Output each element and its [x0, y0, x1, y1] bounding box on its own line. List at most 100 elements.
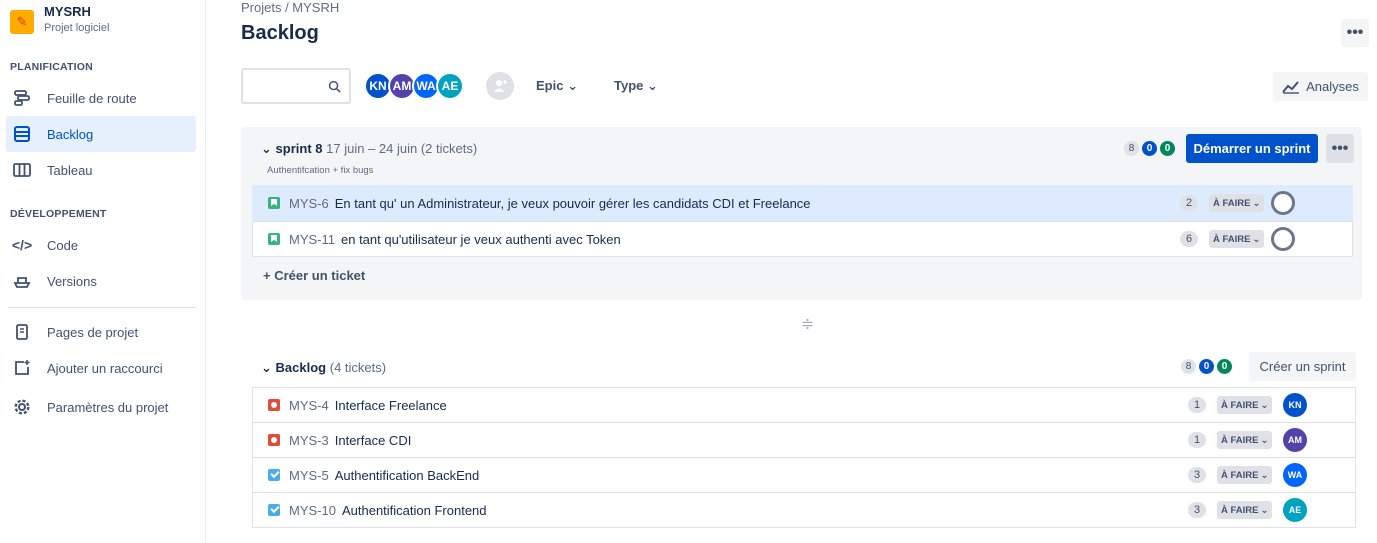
- sidebar-item-label: Feuille de route: [47, 90, 137, 106]
- page-title: Backlog: [241, 22, 319, 44]
- ship-icon: [12, 271, 32, 291]
- issue-key[interactable]: MYS-11: [289, 232, 335, 247]
- issue-row[interactable]: MYS-4 Interface Freelance 1 À FAIRE ⌄ KN: [252, 387, 1356, 423]
- sidebar-item-backlog[interactable]: Backlog: [6, 116, 196, 152]
- sprint-counts: 8 0 0: [1124, 141, 1175, 156]
- story-icon: [268, 233, 280, 245]
- avatar[interactable]: WA: [1283, 463, 1307, 487]
- sprint-dates: 17 juin – 24 juin: [326, 141, 418, 156]
- issue-key[interactable]: MYS-10: [289, 503, 336, 518]
- start-sprint-button[interactable]: Démarrer un sprint: [1186, 134, 1318, 163]
- status-dropdown[interactable]: À FAIRE ⌄: [1209, 230, 1265, 248]
- backlog-header[interactable]: ⌄ Backlog (4 tickets): [261, 360, 386, 376]
- sidebar-item-roadmap[interactable]: Feuille de route: [6, 80, 196, 116]
- estimate-badge: 1: [1188, 432, 1206, 448]
- section-development: DÉVELOPPEMENT: [10, 208, 107, 220]
- status-label: À FAIRE: [1221, 469, 1259, 481]
- sidebar-item-add-shortcut[interactable]: Ajouter un raccourci: [6, 350, 196, 386]
- issue-row[interactable]: MYS-6 En tant qu' un Administrateur, je …: [252, 185, 1353, 221]
- count-done-badge: 0: [1217, 359, 1232, 374]
- epic-filter[interactable]: Epic ⌄: [536, 78, 578, 94]
- sidebar-item-label: Code: [47, 237, 79, 253]
- sidebar-divider: [8, 307, 196, 308]
- create-issue-button[interactable]: + Créer un ticket: [263, 268, 365, 283]
- count-todo-badge: 8: [1124, 141, 1139, 156]
- sprint-container: ⌄ sprint 8 17 juin – 24 juin (2 tickets)…: [241, 127, 1362, 300]
- estimate-badge: 2: [1180, 195, 1198, 211]
- sidebar-item-board[interactable]: Tableau: [6, 152, 196, 188]
- avatar[interactable]: AE: [1283, 498, 1307, 522]
- status-label: À FAIRE: [1213, 197, 1251, 209]
- sprint-header[interactable]: ⌄ sprint 8 17 juin – 24 juin (2 tickets): [261, 141, 477, 157]
- chevron-down-icon: ⌄: [1260, 469, 1269, 481]
- sidebar-item-code[interactable]: </> Code: [6, 227, 196, 263]
- backlog-list: MYS-4 Interface Freelance 1 À FAIRE ⌄ KN …: [252, 387, 1356, 528]
- add-shortcut-icon: [12, 358, 32, 378]
- status-label: À FAIRE: [1213, 233, 1251, 245]
- issue-row[interactable]: MYS-10 Authentification Frontend 3 À FAI…: [252, 492, 1356, 528]
- estimate-badge: 3: [1188, 467, 1206, 483]
- backlog-name: Backlog: [275, 360, 327, 375]
- issue-summary: Interface Freelance: [334, 397, 447, 413]
- status-dropdown[interactable]: À FAIRE ⌄: [1217, 501, 1273, 519]
- issue-key[interactable]: MYS-3: [289, 433, 329, 448]
- sidebar-item-label: Tableau: [47, 162, 93, 178]
- roadmap-icon: [12, 88, 32, 108]
- task-icon: [268, 504, 280, 516]
- create-sprint-button[interactable]: Créer un sprint: [1249, 352, 1356, 381]
- chevron-down-icon: ⌄: [1252, 233, 1261, 245]
- search-input[interactable]: [241, 68, 351, 104]
- gear-icon: [12, 397, 32, 417]
- chevron-down-icon: ⌄: [261, 141, 272, 156]
- project-name: MYSRH: [44, 4, 91, 19]
- issue-key[interactable]: MYS-6: [289, 196, 329, 211]
- avatar[interactable]: AM: [1283, 428, 1307, 452]
- sprint-more-button[interactable]: •••: [1326, 134, 1354, 163]
- backlog-ticket-count: (4 tickets): [329, 360, 387, 375]
- page-icon: [12, 322, 32, 342]
- status-label: À FAIRE: [1221, 399, 1259, 411]
- status-dropdown[interactable]: À FAIRE ⌄: [1217, 466, 1273, 484]
- count-done-badge: 0: [1160, 141, 1175, 156]
- issue-summary: en tant qu'utilisateur je veux authenti …: [341, 231, 621, 247]
- add-people-icon[interactable]: [486, 72, 514, 100]
- issue-row[interactable]: MYS-11 en tant qu'utilisateur je veux au…: [252, 221, 1353, 257]
- sidebar-item-project-pages[interactable]: Pages de projet: [6, 314, 196, 350]
- sprint-name: sprint 8: [275, 141, 323, 156]
- avatar[interactable]: KN: [1283, 393, 1307, 417]
- issue-summary: Authentification BackEnd: [334, 467, 480, 483]
- estimate-badge: 6: [1180, 231, 1198, 247]
- bug-icon: [268, 399, 280, 411]
- sidebar-item-label: Versions: [47, 273, 97, 289]
- status-dropdown[interactable]: À FAIRE ⌄: [1209, 194, 1265, 212]
- sidebar-item-label: Pages de projet: [47, 324, 139, 340]
- story-icon: [268, 197, 280, 209]
- sidebar: ✎ MYSRH Projet logiciel PLANIFICATION Fe…: [0, 0, 206, 543]
- issue-summary: Interface CDI: [334, 432, 412, 448]
- status-dropdown[interactable]: À FAIRE ⌄: [1217, 396, 1273, 414]
- issue-row[interactable]: MYS-3 Interface CDI 1 À FAIRE ⌄ AM: [252, 422, 1356, 458]
- main-content: Projets / MYSRH Backlog ••• KN AM WA AE …: [206, 0, 1377, 543]
- unassigned-avatar-icon[interactable]: [1271, 227, 1295, 251]
- project-type: Projet logiciel: [44, 22, 110, 34]
- search-icon: [328, 80, 341, 93]
- issue-key[interactable]: MYS-5: [289, 468, 329, 483]
- sidebar-item-versions[interactable]: Versions: [6, 263, 196, 299]
- analyses-button[interactable]: Analyses: [1273, 72, 1368, 101]
- status-dropdown[interactable]: À FAIRE ⌄: [1217, 431, 1273, 449]
- page-more-button[interactable]: •••: [1341, 19, 1369, 47]
- backlog-counts: 8 0 0: [1181, 359, 1232, 374]
- assignee-filter: KN AM WA AE: [364, 72, 464, 100]
- project-header[interactable]: ✎ MYSRH Projet logiciel: [10, 4, 109, 34]
- breadcrumb[interactable]: Projets / MYSRH: [241, 0, 339, 15]
- type-filter[interactable]: Type ⌄: [614, 78, 658, 94]
- avatar[interactable]: AE: [436, 72, 464, 100]
- issue-key[interactable]: MYS-4: [289, 398, 329, 413]
- chevron-down-icon: ⌄: [1260, 399, 1269, 411]
- unassigned-avatar-icon[interactable]: [1271, 191, 1295, 215]
- resize-handle-icon[interactable]: ≑: [801, 314, 814, 334]
- issue-row[interactable]: MYS-5 Authentification BackEnd 3 À FAIRE…: [252, 457, 1356, 493]
- sprint-ticket-count: (2 tickets): [420, 141, 478, 156]
- chevron-down-icon: ⌄: [261, 360, 272, 375]
- sidebar-item-project-settings[interactable]: Paramètres du projet: [6, 389, 196, 425]
